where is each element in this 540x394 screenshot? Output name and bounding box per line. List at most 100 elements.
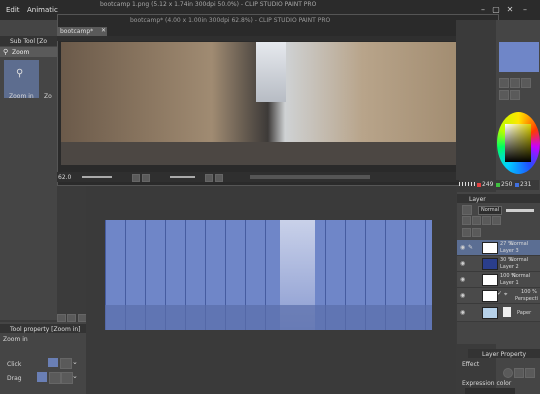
layer-row[interactable]: ◉ ✓ ⌖ 100 % Perspecti <box>457 288 540 304</box>
layer-panel-header: Layer <box>457 194 540 203</box>
navigator-icon[interactable] <box>510 90 520 100</box>
zoom-value[interactable]: 62.0 <box>58 174 71 181</box>
visibility-icon[interactable]: ◉ <box>460 276 465 283</box>
add-icon[interactable] <box>57 314 66 322</box>
zoom-icon[interactable] <box>49 372 61 384</box>
tool-zoom-in[interactable]: ⚲ Zoom in <box>4 60 39 100</box>
tool-property-title: Tool property [Zoom in] <box>10 326 81 333</box>
rotate-slider[interactable] <box>170 176 195 178</box>
effect-label: Effect <box>462 361 480 368</box>
tab-zoom[interactable]: ⚲ Zoom <box>0 47 57 57</box>
layer-name: Layer 3 <box>500 248 519 254</box>
rotate-left-icon[interactable] <box>205 174 213 182</box>
close-icon[interactable]: ✕ <box>101 27 106 34</box>
effect-icon[interactable] <box>525 368 535 378</box>
mask-icon[interactable] <box>492 216 501 225</box>
layer-thumbnail <box>482 290 498 302</box>
photo-sky <box>256 42 286 102</box>
minimize-icon[interactable]: – <box>520 5 530 14</box>
blend-mode-select[interactable]: Normal <box>478 206 502 215</box>
layer-name: Layer 1 <box>500 280 519 286</box>
zoom-out-icon[interactable] <box>132 174 140 182</box>
perspective-ruler-icon: ⌖ <box>504 291 508 298</box>
layer-mode: Normal <box>512 273 531 279</box>
sub-tool-header: Sub Tool [Zo <box>0 36 57 46</box>
zoom-out-icon[interactable] <box>60 358 72 369</box>
expression-color-select[interactable] <box>465 388 515 394</box>
visibility-icon[interactable]: ◉ <box>460 244 465 251</box>
zoom-in-icon[interactable] <box>142 174 150 182</box>
layer-name: Paper <box>517 310 532 316</box>
opacity-slider[interactable] <box>506 209 534 212</box>
zoom-in-icon[interactable] <box>48 358 58 367</box>
chevron-down-icon[interactable]: ⌄ <box>72 372 78 380</box>
minimize-icon[interactable]: – <box>478 5 488 14</box>
color-square[interactable] <box>505 124 531 162</box>
horizontal-scrollbar[interactable] <box>250 175 370 179</box>
tool-zoom-out-label[interactable]: Zo <box>44 93 52 100</box>
navigator-preview[interactable] <box>499 42 539 72</box>
layer-name: Layer 2 <box>500 264 519 270</box>
tool-property-name: Zoom in <box>3 336 28 343</box>
zoom-slider[interactable] <box>82 176 112 178</box>
navigator-icon[interactable] <box>499 78 509 88</box>
navigator-icon[interactable] <box>499 90 509 100</box>
maximize-icon[interactable]: ▢ <box>491 5 501 14</box>
reference-photo <box>61 42 492 165</box>
search-icon: ⚲ <box>3 48 9 56</box>
visibility-icon[interactable]: ◉ <box>460 260 465 267</box>
layer-mode: Normal <box>510 241 529 247</box>
ruler-icon[interactable] <box>472 228 481 237</box>
expression-color-label: Expression color <box>462 380 512 387</box>
drag-label: Drag <box>7 375 22 382</box>
value-value[interactable]: 231 <box>520 181 531 188</box>
tool-zoom-in-label: Zoom in <box>9 93 34 100</box>
hue-value[interactable]: 249 <box>482 181 493 188</box>
effect-icon[interactable] <box>514 368 524 378</box>
menu-animatic[interactable]: Animatic <box>27 6 58 14</box>
sketch-canvas[interactable] <box>105 220 432 330</box>
layer-row[interactable]: ◉ 100 % Normal Layer 1 <box>457 272 540 288</box>
close-icon[interactable]: ✕ <box>505 5 515 14</box>
navigator-icon[interactable] <box>510 78 520 88</box>
layer-thumbnail <box>482 258 498 270</box>
click-label: Click <box>7 361 22 368</box>
navigator-icon[interactable] <box>521 78 531 88</box>
layer-opacity: 100 % <box>521 289 537 295</box>
layer-row[interactable]: ◉ ✎ 27 % Normal Layer 3 <box>457 240 540 256</box>
visibility-icon[interactable]: ◉ <box>460 309 465 316</box>
blend-mode-label: Normal <box>481 207 500 213</box>
reference-window-title: bootcamp* (4.00 x 1.00in 300dpi 62.8%) -… <box>130 17 331 24</box>
color-history[interactable] <box>459 182 475 186</box>
window-title: bootcamp 1.png (5.12 x 1.74in 300dpi 50.… <box>100 1 317 8</box>
visibility-icon[interactable]: ◉ <box>460 292 465 299</box>
copy-icon[interactable] <box>67 314 76 322</box>
saturation-value[interactable]: 250 <box>501 181 512 188</box>
effect-icon[interactable] <box>503 368 513 378</box>
paper-icon <box>503 307 511 317</box>
tab-bootcamp[interactable]: bootcamp* ✕ <box>57 27 107 36</box>
right-gap <box>456 20 496 180</box>
chevron-down-icon[interactable]: ⌄ <box>72 358 78 366</box>
layer-property-title: Layer Property <box>482 351 527 358</box>
sub-tool-title: Sub Tool [Zo <box>10 38 48 45</box>
sketch-street <box>105 305 432 330</box>
ruler <box>57 36 497 41</box>
layer-row[interactable]: ◉ Paper <box>457 304 540 322</box>
zoom-drag-icon[interactable] <box>37 372 47 382</box>
layer-row[interactable]: ◉ 30 % Normal Layer 2 <box>457 256 540 272</box>
lock-icon[interactable] <box>462 216 471 225</box>
menu-edit[interactable]: Edit <box>6 6 20 14</box>
layer-name: Perspecti <box>515 296 538 302</box>
green-swatch <box>496 183 500 187</box>
red-swatch <box>477 183 481 187</box>
reference-icon[interactable] <box>482 216 491 225</box>
blue-swatch <box>515 183 519 187</box>
layer-property-header: Layer Property <box>468 349 540 358</box>
clip-icon[interactable] <box>472 216 481 225</box>
rotate-right-icon[interactable] <box>215 174 223 182</box>
layer-thumbnail <box>482 274 498 286</box>
ruler-icon[interactable] <box>462 228 471 237</box>
layer-panel-title: Layer <box>469 196 486 203</box>
layer-option-icon[interactable] <box>462 205 472 215</box>
